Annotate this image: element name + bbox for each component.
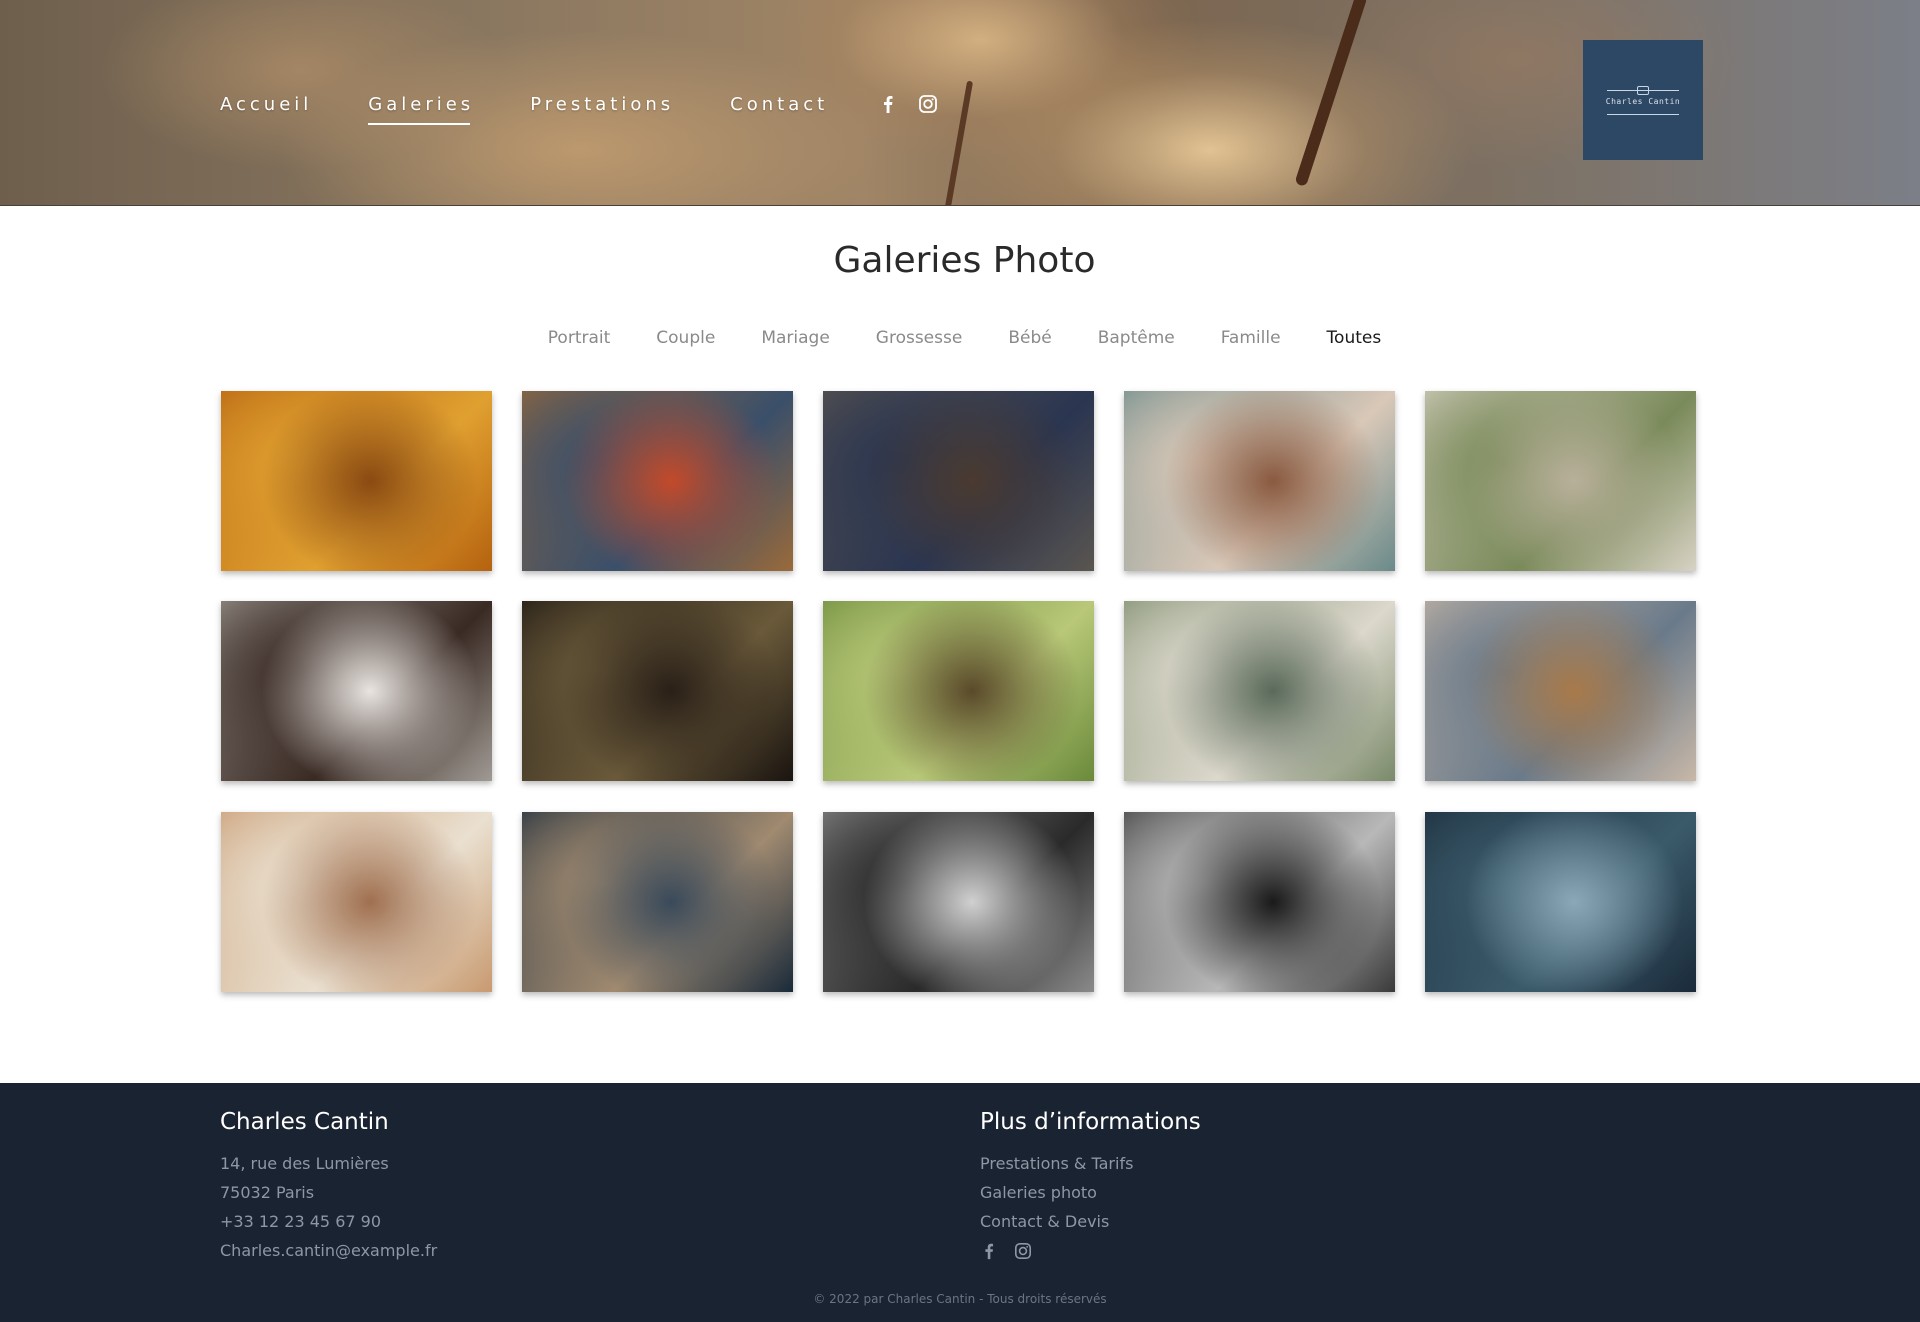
photo-couple-lakeside[interactable] [1124,601,1395,781]
photo-elderly-couple-swing[interactable] [522,391,793,571]
instagram-icon[interactable] [918,94,938,114]
footer-link-prestations[interactable]: Prestations & Tarifs [980,1149,1201,1178]
photo-baby-autumn-leaves[interactable] [221,391,492,571]
nav-item-accueil[interactable]: Accueil [220,94,312,115]
filter-portrait[interactable]: Portrait [548,328,611,348]
page-title: Galeries Photo [833,240,1096,281]
footer-link-galeries[interactable]: Galeries photo [980,1178,1201,1207]
filter-couple[interactable]: Couple [656,328,715,348]
logo-divider [1607,89,1679,91]
footer-info: Plus d’informations Prestations & Tarifs… [980,1109,1201,1260]
footer-contact: Charles Cantin 14, rue des Lumières 7503… [220,1109,437,1265]
photo-wedding-forest[interactable] [823,601,1094,781]
filter-famille[interactable]: Famille [1221,328,1281,348]
nav-social [878,94,958,114]
banner-stem-decoration [1294,0,1368,187]
main-nav: Accueil Galeries Prestations Contact [220,88,958,125]
photo-family-field[interactable] [1425,391,1696,571]
facebook-icon[interactable] [980,1242,998,1260]
footer-info-title: Plus d’informations [980,1109,1201,1135]
photo-woman-black-white[interactable] [1124,812,1395,992]
photo-three-women-smiling[interactable] [221,601,492,781]
logo-divider [1607,113,1679,115]
facebook-icon[interactable] [878,94,898,114]
footer-social [980,1242,1201,1260]
footer-contact-title: Charles Cantin [220,1109,389,1135]
photo-family-bed[interactable] [1124,391,1395,571]
filter-toutes[interactable]: Toutes [1327,328,1382,348]
photo-couple-bicycles-lake[interactable] [1425,601,1696,781]
photo-man-mustache-cap[interactable] [522,812,793,992]
filter-mariage[interactable]: Mariage [761,328,829,348]
footer: Charles Cantin 14, rue des Lumières 7503… [0,1083,1920,1322]
nav-item-contact[interactable]: Contact [730,94,828,115]
photo-pregnant-woman-doorway[interactable] [522,601,793,781]
filter-bebe[interactable]: Bébé [1008,328,1051,348]
nav-item-galeries[interactable]: Galeries [368,94,474,125]
filter-grossesse[interactable]: Grossesse [876,328,963,348]
footer-address: 14, rue des Lumières [220,1154,389,1173]
footer-phone: +33 12 23 45 67 90 [220,1212,381,1231]
photo-boy-black-white[interactable] [823,812,1094,992]
photo-couple-lying-floor[interactable] [823,391,1094,571]
photo-child-blue-shirt[interactable] [1425,812,1696,992]
filter-bapteme[interactable]: Baptême [1098,328,1175,348]
header-banner: Accueil Galeries Prestations Contact Cha… [0,0,1920,206]
site-logo[interactable]: Charles Cantin [1583,40,1703,160]
footer-email[interactable]: Charles.cantin@example.fr [220,1236,437,1265]
gallery-grid [221,391,1697,993]
gallery-filters: Portrait Couple Mariage Grossesse Bébé B… [0,328,1920,348]
nav-item-prestations[interactable]: Prestations [530,94,674,115]
footer-city: 75032 Paris [220,1183,315,1202]
photo-wedding-table-flowers[interactable] [221,812,492,992]
logo-text: Charles Cantin [1605,96,1681,106]
copyright: © 2022 par Charles Cantin - Tous droits … [813,1292,1107,1306]
instagram-icon[interactable] [1014,1242,1032,1260]
footer-link-contact[interactable]: Contact & Devis [980,1207,1201,1236]
